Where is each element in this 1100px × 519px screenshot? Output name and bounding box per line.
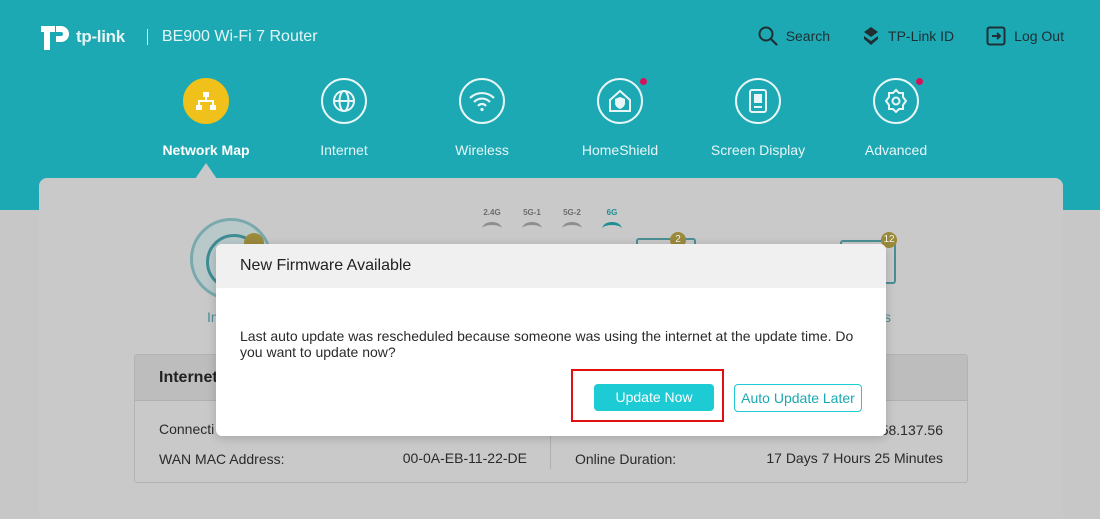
- search-label: Search: [785, 28, 831, 44]
- active-nav-caret: [195, 163, 217, 179]
- ip-value: 58.137.56: [880, 422, 943, 438]
- nav-item-internet[interactable]: Internet: [284, 78, 404, 158]
- tplink-id-label: TP-Link ID: [888, 28, 955, 44]
- search-icon: [758, 26, 778, 46]
- nav-label-network-map: Network Map: [162, 142, 250, 158]
- online-duration-value: 17 Days 7 Hours 25 Minutes: [766, 450, 943, 466]
- main-nav: Network Map Internet Wireless HomeShield…: [0, 78, 1100, 178]
- band-label: 5G-1: [523, 208, 541, 217]
- nav-label-screen-display: Screen Display: [710, 142, 806, 158]
- header-links: Search TP-Link ID Log Out: [758, 26, 1064, 46]
- header-divider: [146, 29, 148, 45]
- search-link[interactable]: Search: [758, 26, 830, 46]
- firmware-dialog: New Firmware Available Last auto update …: [216, 244, 886, 436]
- nav-label-homeshield: HomeShield: [581, 142, 659, 158]
- nav-item-network-map[interactable]: Network Map: [146, 78, 266, 158]
- wifi-icon: [459, 78, 505, 124]
- band-signal-row: [482, 222, 622, 236]
- nav-item-homeshield[interactable]: HomeShield: [560, 78, 680, 158]
- dialog-title: New Firmware Available: [216, 244, 886, 288]
- brand-logo[interactable]: tp-link BE900 Wi-Fi 7 Router: [38, 20, 318, 54]
- wifi-signal-icon: [482, 222, 502, 236]
- nav-item-wireless[interactable]: Wireless: [422, 78, 542, 158]
- band-label: 5G-2: [563, 208, 581, 217]
- auto-update-later-button[interactable]: Auto Update Later: [734, 384, 862, 412]
- notification-dot: [916, 78, 923, 85]
- notification-dot: [640, 78, 647, 85]
- band-labels: 2.4G 5G-1 5G-2 6G: [482, 208, 622, 217]
- nav-label-advanced: Advanced: [864, 142, 928, 158]
- model-name: BE900 Wi-Fi 7 Router: [161, 28, 318, 45]
- connection-label: Connecti: [159, 421, 215, 437]
- screen-display-icon: [735, 78, 781, 124]
- band-label: 6G: [606, 208, 618, 217]
- gear-icon: [873, 78, 923, 124]
- network-map-icon: [183, 78, 229, 124]
- online-duration-label: Online Duration:: [575, 451, 677, 467]
- nav-item-screen-display[interactable]: Screen Display: [698, 78, 818, 158]
- nav-label-wireless: Wireless: [455, 142, 509, 158]
- tplink-id-icon: [864, 27, 879, 45]
- brand-name: tp-link: [76, 27, 125, 46]
- wifi-signal-icon: [522, 222, 542, 236]
- home-shield-icon: [597, 78, 647, 124]
- tp-link-logo-icon: [41, 26, 69, 50]
- dialog-message: Last auto update was rescheduled because…: [240, 328, 854, 360]
- nav-item-advanced[interactable]: Advanced: [836, 78, 956, 158]
- wan-mac-label: WAN MAC Address:: [159, 451, 285, 467]
- logout-icon: [986, 26, 1006, 46]
- logout-link[interactable]: Log Out: [986, 26, 1064, 46]
- globe-icon: [321, 78, 367, 124]
- wan-mac-value: 00-0A-EB-11-22-DE: [402, 450, 527, 466]
- band-label: 2.4G: [483, 208, 501, 217]
- wifi-signal-icon: [562, 222, 582, 236]
- nav-label-internet: Internet: [320, 142, 368, 158]
- wifi-signal-icon: [602, 222, 622, 236]
- logout-label: Log Out: [1014, 28, 1064, 44]
- highlight-box: [571, 369, 724, 422]
- tplink-id-link[interactable]: TP-Link ID: [862, 26, 954, 46]
